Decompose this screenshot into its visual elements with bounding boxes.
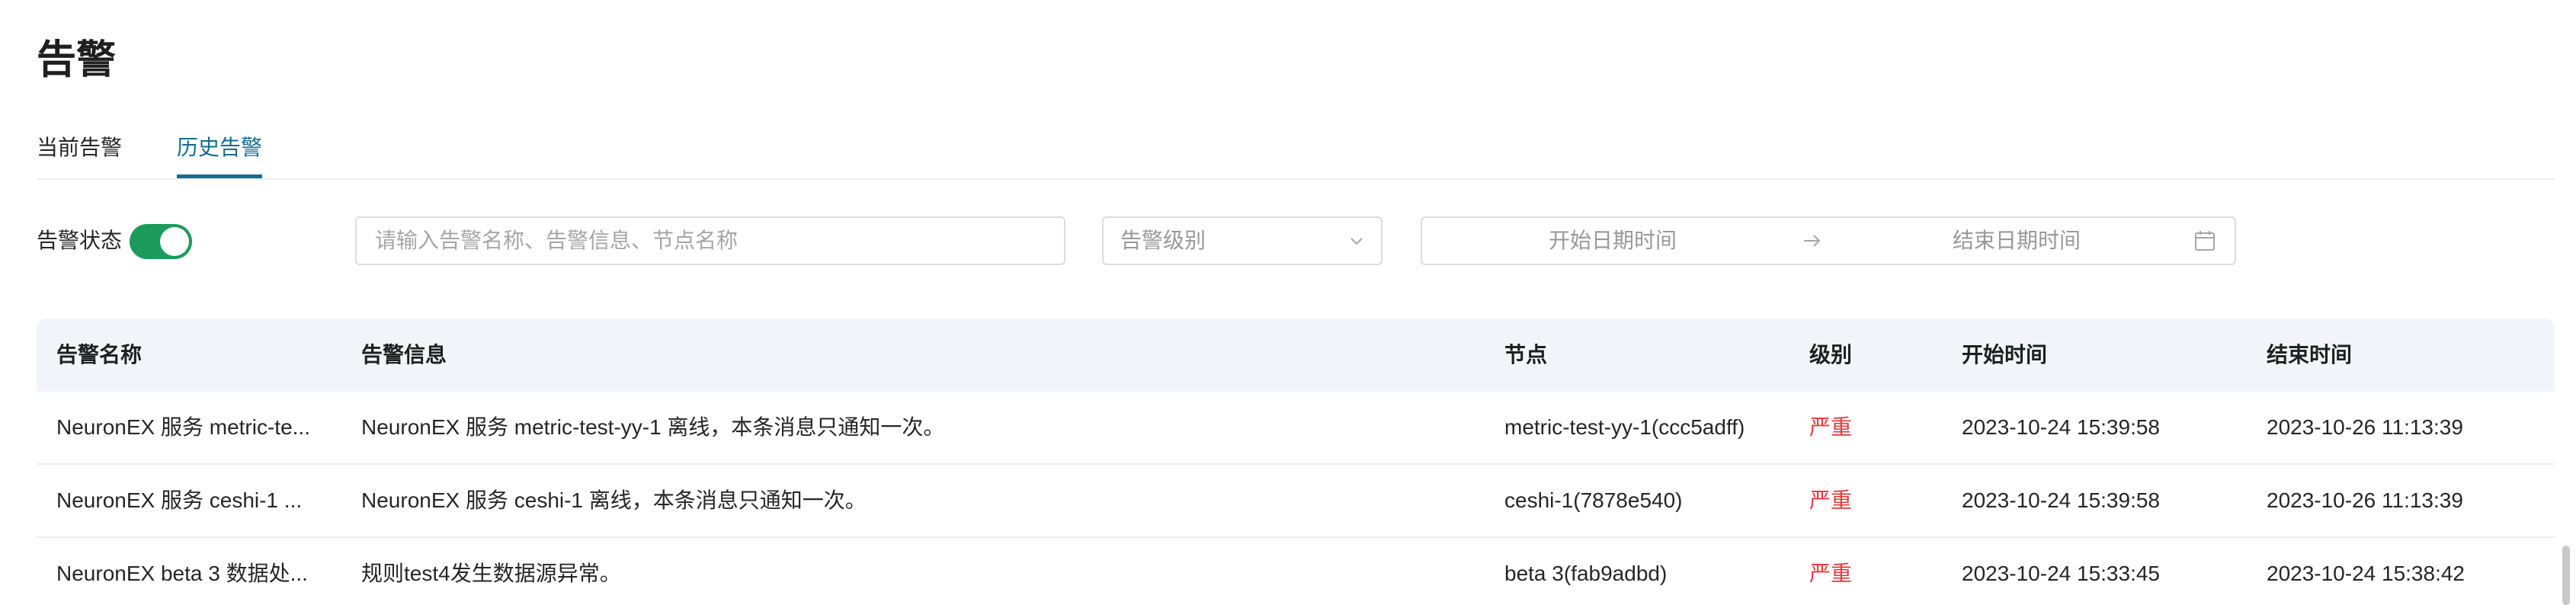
alarm-level-placeholder: 告警级别 [1120, 229, 1206, 252]
tab-bar: 当前告警 历史告警 [37, 126, 2555, 180]
node-cell: metric-test-yy-1(ccc5adff) [1504, 415, 1745, 439]
start-time-cell: 2023-10-24 15:33:45 [1962, 562, 2160, 585]
column-header-level: 级别 [1809, 343, 1853, 367]
alarm-info-cell: 规则test4发生数据源异常。 [361, 562, 621, 585]
start-time-cell: 2023-10-24 15:39:58 [1962, 415, 2160, 439]
arrow-right-icon [1804, 235, 1821, 247]
end-time-cell: 2023-10-24 15:38:42 [2267, 562, 2465, 585]
tab-history-alarms[interactable]: 历史告警 [177, 126, 262, 178]
alarm-info-cell: NeuronEX 服务 metric-test-yy-1 离线，本条消息只通知一… [361, 415, 945, 439]
start-time-cell: 2023-10-24 15:39:58 [1962, 488, 2160, 512]
level-cell: 严重 [1809, 562, 1853, 585]
calendar-icon [2195, 231, 2215, 251]
node-cell: beta 3(fab9adbd) [1504, 562, 1668, 585]
end-time-cell: 2023-10-26 11:13:39 [2267, 415, 2463, 439]
node-cell: ceshi-1(7878e540) [1504, 488, 1683, 512]
alarm-name-cell: NeuronEX 服务 ceshi-1 ... [56, 488, 303, 512]
column-header-info: 告警信息 [361, 343, 447, 367]
alarm-name-cell: NeuronEX 服务 metric-te... [56, 415, 310, 439]
page-title: 告警 [37, 38, 117, 82]
tab-current-alarms[interactable]: 当前告警 [37, 126, 122, 178]
alarm-level-select[interactable]: 告警级别 [1102, 216, 1383, 265]
alarm-status-toggle[interactable] [130, 224, 192, 259]
toggle-knob [160, 227, 189, 256]
search-input[interactable] [355, 216, 1065, 265]
table-row[interactable]: NeuronEX 服务 ceshi-1 ... NeuronEX 服务 cesh… [37, 465, 2555, 538]
table-row[interactable]: NeuronEX 服务 metric-te... NeuronEX 服务 met… [37, 392, 2555, 465]
table-header: 告警名称 告警信息 节点 级别 开始时间 结束时间 [37, 319, 2555, 392]
level-cell: 严重 [1809, 415, 1853, 439]
alarm-info-cell: NeuronEX 服务 ceshi-1 离线，本条消息只通知一次。 [361, 488, 867, 512]
table-scrollbar[interactable] [2562, 546, 2570, 605]
column-header-start-time: 开始时间 [1962, 343, 2048, 367]
chevron-down-icon [1350, 238, 1363, 245]
alarm-history-table: 告警名称 告警信息 节点 级别 开始时间 结束时间 NeuronEX 服务 me… [37, 319, 2555, 605]
datetime-range-picker[interactable]: 开始日期时间 结束日期时间 [1421, 216, 2236, 265]
column-header-name: 告警名称 [56, 343, 143, 367]
alarm-status-label: 告警状态 [37, 229, 123, 252]
end-time-cell: 2023-10-26 11:13:39 [2267, 488, 2463, 512]
start-datetime-input[interactable]: 开始日期时间 [1549, 218, 1677, 264]
end-datetime-input[interactable]: 结束日期时间 [1953, 218, 2081, 264]
column-header-end-time: 结束时间 [2267, 343, 2353, 367]
alarm-name-cell: NeuronEX beta 3 数据处... [56, 562, 308, 585]
column-header-node: 节点 [1504, 343, 1548, 367]
table-row[interactable]: NeuronEX beta 3 数据处... 规则test4发生数据源异常。 b… [37, 538, 2555, 605]
level-cell: 严重 [1809, 488, 1853, 512]
